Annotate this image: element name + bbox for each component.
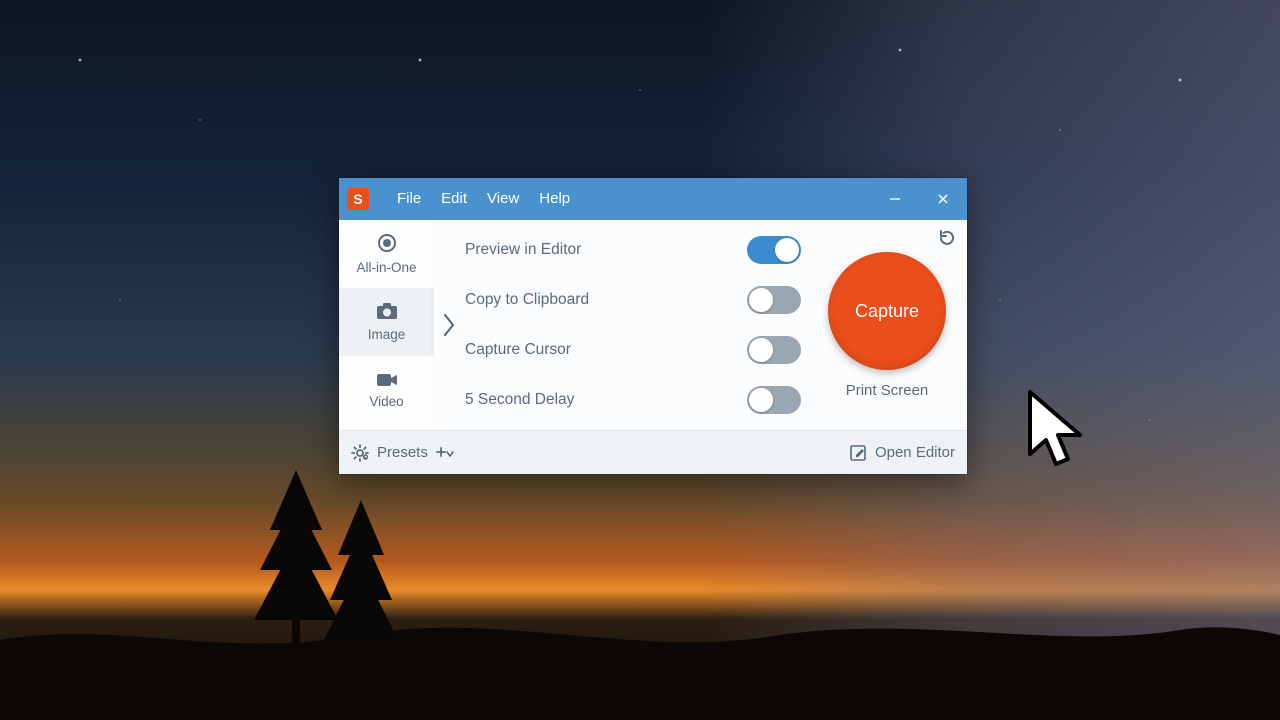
app-logo-icon: S — [347, 188, 369, 210]
option-capture-cursor: Capture Cursor — [465, 334, 801, 366]
option-preview-label: Preview in Editor — [465, 241, 581, 259]
presets-button[interactable]: Presets — [377, 444, 428, 461]
window-controls — [871, 178, 967, 220]
mouse-cursor-icon — [1026, 388, 1090, 478]
horizon-silhouette — [0, 580, 1280, 720]
reset-icon[interactable] — [937, 228, 957, 253]
camera-icon — [376, 302, 398, 323]
gear-icon[interactable] — [351, 444, 369, 462]
minimize-button[interactable] — [871, 178, 919, 220]
capture-button[interactable]: Capture — [828, 252, 946, 370]
menu-bar: File Edit View Help — [387, 178, 580, 220]
capture-button-label: Capture — [855, 301, 919, 322]
menu-help[interactable]: Help — [529, 178, 580, 220]
capture-panel: Capture Print Screen — [807, 220, 967, 430]
toggle-capture-cursor[interactable] — [747, 336, 801, 364]
option-copy-to-clipboard: Copy to Clipboard — [465, 284, 801, 316]
tab-video[interactable]: Video — [339, 356, 434, 424]
titlebar: S File Edit View Help — [339, 178, 967, 220]
expand-chevron-icon[interactable] — [435, 220, 463, 430]
open-editor-label: Open Editor — [875, 444, 955, 461]
snagit-capture-window: S File Edit View Help — [339, 178, 967, 474]
capture-type-sidebar: All-in-One Image Video — [339, 220, 435, 430]
toggle-5-second-delay[interactable] — [747, 386, 801, 414]
desktop-wallpaper: S File Edit View Help — [0, 0, 1280, 720]
option-preview-in-editor: Preview in Editor — [465, 234, 801, 266]
option-5-second-delay: 5 Second Delay — [465, 384, 801, 416]
close-button[interactable] — [919, 178, 967, 220]
menu-file[interactable]: File — [387, 178, 431, 220]
capture-options: Preview in Editor Copy to Clipboard Capt… — [463, 220, 807, 430]
option-clipboard-label: Copy to Clipboard — [465, 291, 589, 309]
menu-view[interactable]: View — [477, 178, 529, 220]
video-icon — [376, 372, 398, 390]
tab-image[interactable]: Image — [339, 288, 434, 356]
edit-icon — [849, 444, 867, 462]
option-cursor-label: Capture Cursor — [465, 341, 571, 359]
tab-image-label: Image — [368, 327, 406, 342]
toggle-copy-to-clipboard[interactable] — [747, 286, 801, 314]
tab-all-in-one[interactable]: All-in-One — [339, 220, 434, 288]
target-icon — [377, 233, 397, 256]
option-delay-label: 5 Second Delay — [465, 391, 574, 409]
footer-bar: Presets Open Editor — [339, 430, 967, 474]
tab-video-label: Video — [369, 394, 403, 409]
toggle-preview-in-editor[interactable] — [747, 236, 801, 264]
open-editor-button[interactable]: Open Editor — [849, 444, 955, 462]
menu-edit[interactable]: Edit — [431, 178, 477, 220]
capture-shortcut-label[interactable]: Print Screen — [846, 382, 929, 399]
tab-all-in-one-label: All-in-One — [356, 260, 416, 275]
add-preset-button[interactable] — [436, 447, 454, 459]
